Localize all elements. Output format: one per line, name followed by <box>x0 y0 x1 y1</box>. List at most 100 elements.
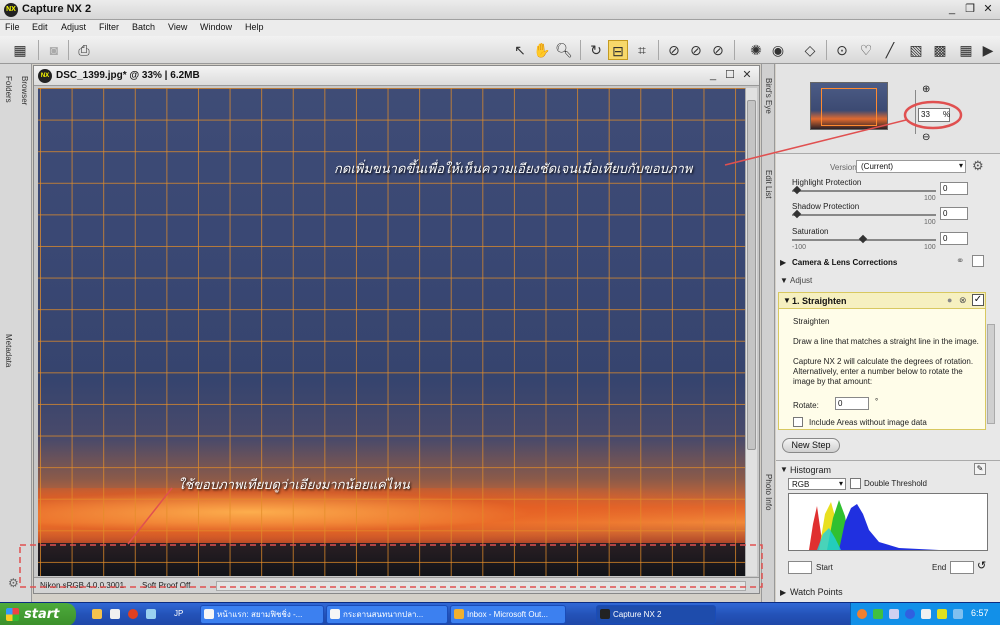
expand-arrow-icon[interactable]: ▶ <box>780 588 786 597</box>
step-enable-checkbox[interactable]: ✓ <box>972 294 984 306</box>
language-indicator[interactable]: JP <box>174 609 183 618</box>
zoom-out-icon[interactable]: ⊖ <box>922 132 930 143</box>
quicklaunch-folder-icon[interactable] <box>92 609 102 619</box>
quicklaunch-app-icon[interactable] <box>146 609 156 619</box>
direct-select-icon[interactable]: ↖ <box>510 40 530 60</box>
quicklaunch-browser-icon[interactable] <box>128 609 138 619</box>
settings-gear-icon[interactable]: ⚙ <box>8 576 19 590</box>
eye-icon[interactable]: ◉ <box>768 40 788 60</box>
tab-edit-list[interactable]: Edit List <box>764 170 773 198</box>
version-select[interactable]: (Current) ▾ <box>856 160 966 173</box>
control-point-icon[interactable]: ✺ <box>746 40 766 60</box>
doc-maximize-button[interactable]: ☐ <box>723 68 737 82</box>
gradient-icon[interactable]: ▧ <box>906 40 926 60</box>
tab-browser[interactable]: Browser <box>20 76 29 105</box>
selection-brush-icon[interactable]: ◇ <box>800 40 820 60</box>
auto-retouch-icon[interactable]: ⊘ <box>686 40 706 60</box>
watch-points-section[interactable]: Watch Points <box>790 587 843 597</box>
minimize-button[interactable]: _ <box>944 2 960 17</box>
task-button-4[interactable]: Capture NX 2 <box>596 605 716 624</box>
crop-icon[interactable]: ⌗ <box>632 40 652 60</box>
highlight-protection-input[interactable]: 0 <box>940 182 968 195</box>
task-button-1[interactable]: หน้าแรก: สยามฟิชชิ่ง -... <box>200 605 324 624</box>
rotate-input[interactable]: 0 <box>835 397 869 410</box>
tray-volume-icon[interactable] <box>921 609 931 619</box>
saturation-input[interactable]: 0 <box>940 232 968 245</box>
tray-network-icon[interactable] <box>889 609 899 619</box>
lasso-icon[interactable]: ♡ <box>856 40 876 60</box>
tray-bluetooth-icon[interactable] <box>905 609 915 619</box>
save-icon[interactable]: ⎙ <box>74 40 94 60</box>
rotate-icon[interactable]: ↻ <box>586 40 606 60</box>
collapse-arrow-icon[interactable]: ▼ <box>780 276 788 285</box>
menu-view[interactable]: View <box>168 22 187 32</box>
tab-birds-eye[interactable]: Bird's Eye <box>764 78 773 114</box>
soft-proof-dropdown[interactable]: Soft Proof Off <box>142 581 190 590</box>
tray-shield-icon[interactable] <box>937 609 947 619</box>
fill-icon[interactable]: ▩ <box>930 40 950 60</box>
step-delete-icon[interactable]: ⊗ <box>959 295 967 306</box>
app-logo-icon: NX <box>4 3 18 17</box>
horizontal-scrollbar[interactable] <box>216 581 746 591</box>
reset-icon[interactable]: ↺ <box>977 559 986 572</box>
collapse-arrow-icon[interactable]: ▼ <box>780 465 788 474</box>
include-areas-checkbox[interactable] <box>793 417 803 427</box>
double-threshold-checkbox[interactable] <box>850 478 861 489</box>
channel-select[interactable]: RGB ▾ <box>788 478 846 490</box>
navigator-thumbnail[interactable] <box>810 82 888 130</box>
selection-brush-plus-icon[interactable]: ╱ <box>880 40 900 60</box>
start-input[interactable] <box>788 561 812 574</box>
doc-minimize-button[interactable]: _ <box>706 68 720 82</box>
tab-folders[interactable]: Folders <box>4 76 13 103</box>
collapse-arrow-icon[interactable]: ▼ <box>783 296 791 305</box>
end-input[interactable] <box>950 561 974 574</box>
menu-file[interactable]: File <box>5 22 20 32</box>
tab-photo-info[interactable]: Photo Info <box>764 474 773 510</box>
task-button-3[interactable]: Inbox - Microsoft Out... <box>450 605 566 624</box>
shadow-protection-slider[interactable] <box>792 214 936 216</box>
highlight-protection-slider[interactable] <box>792 190 936 192</box>
new-step-button[interactable]: New Step <box>782 438 840 453</box>
step-option-icon[interactable]: ● <box>947 295 952 305</box>
adjust-section[interactable]: Adjust <box>790 276 812 285</box>
selection-control-point-icon[interactable]: ⊙ <box>832 40 852 60</box>
shadow-protection-knob[interactable] <box>792 209 802 219</box>
edit-list-scrollbar[interactable] <box>987 324 995 424</box>
tray-security-icon[interactable] <box>873 609 883 619</box>
close-button[interactable]: ✕ <box>980 2 996 17</box>
task-button-2[interactable]: กระดานสนทนากปลา... <box>326 605 448 624</box>
brush-icon[interactable]: ⊘ <box>708 40 728 60</box>
start-label: Start <box>816 563 833 572</box>
start-button[interactable]: start <box>0 603 76 625</box>
highlight-protection-knob[interactable] <box>792 185 802 195</box>
tab-metadata[interactable]: Metadata <box>4 334 13 367</box>
menu-window[interactable]: Window <box>200 22 232 32</box>
vertical-scrollbar[interactable] <box>745 88 757 576</box>
quicklaunch-doc-icon[interactable] <box>110 609 120 619</box>
tray-display-icon[interactable] <box>953 609 963 619</box>
expand-arrow-icon[interactable]: ▶ <box>780 258 786 267</box>
settings-gear-icon[interactable]: ⚙ <box>972 158 984 174</box>
tray-app-icon[interactable] <box>857 609 867 619</box>
grid-fill-icon[interactable]: ▦ <box>956 40 976 60</box>
camera-lens-checkbox[interactable] <box>972 255 984 267</box>
menu-adjust[interactable]: Adjust <box>61 22 86 32</box>
doc-close-button[interactable]: ✕ <box>740 68 754 82</box>
straighten-icon[interactable]: ⊟ <box>608 40 628 60</box>
menu-edit[interactable]: Edit <box>32 22 48 32</box>
expand-icon[interactable]: ▶ <box>978 40 998 60</box>
camera-icon[interactable]: ◙ <box>44 40 64 60</box>
menu-help[interactable]: Help <box>245 22 264 32</box>
layout-icon[interactable]: ▦ <box>10 40 30 60</box>
menu-batch[interactable]: Batch <box>132 22 155 32</box>
red-eye-icon[interactable]: ⊘ <box>664 40 684 60</box>
restore-button[interactable]: ❐ <box>962 2 978 17</box>
camera-lens-section[interactable]: Camera & Lens Corrections <box>792 258 897 267</box>
menu-filter[interactable]: Filter <box>99 22 119 32</box>
zoom-icon[interactable]: 🔍︎ <box>554 40 574 60</box>
saturation-knob[interactable] <box>858 234 868 244</box>
eyedropper-icon[interactable]: ✎ <box>974 463 986 475</box>
hand-icon[interactable]: ✋ <box>532 40 552 60</box>
shadow-protection-input[interactable]: 0 <box>940 207 968 220</box>
zoom-in-icon[interactable]: ⊕ <box>922 84 930 95</box>
